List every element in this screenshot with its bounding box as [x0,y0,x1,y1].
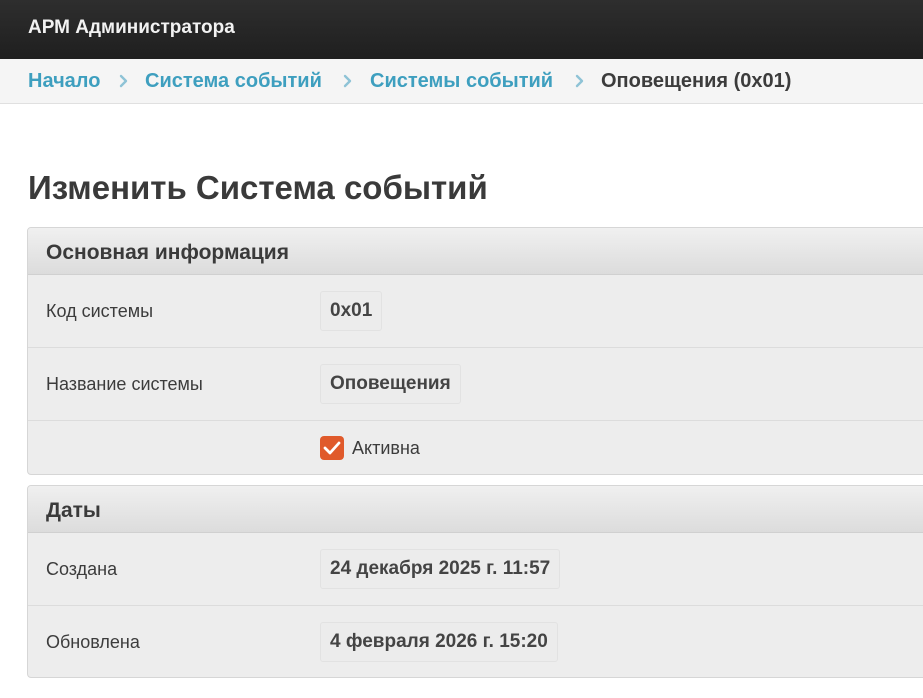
system-code-value: 0x01 [320,291,383,331]
form-row-system-code: Код системы 0x01 [28,275,923,347]
chevron-right-icon [575,74,584,88]
form-row-updated: Обновлена 4 февраля 2026 г. 15:20 [28,605,923,677]
dates-fieldset: Даты Создана 24 декабря 2025 г. 11:57 Об… [27,485,923,678]
app-title[interactable]: АРМ Администратора [28,17,235,39]
main-info-heading-text: Основная информация [46,241,289,264]
created-value: 24 декабря 2025 г. 11:57 [320,549,561,589]
system-name-value: Оповещения [320,364,461,404]
dates-heading: Даты [28,486,923,533]
breadcrumb: Начало Система событий Системы событий О… [0,59,923,104]
breadcrumb-event-system-link[interactable]: Система событий [145,70,322,93]
main-info-heading: Основная информация [28,228,923,275]
active-checkbox[interactable] [320,436,344,460]
system-code-label: Код системы [46,301,154,321]
breadcrumb-home-link[interactable]: Начало [28,70,100,93]
top-navbar: АРМ Администратора [0,0,923,59]
breadcrumb-current: Оповещения (0x01) [601,70,792,92]
breadcrumb-event-systems-link[interactable]: Системы событий [370,70,553,93]
chevron-right-icon [343,74,352,88]
chevron-right-icon [119,74,128,88]
dates-heading-text: Даты [46,499,101,522]
created-label: Создана [46,559,118,579]
checkmark-icon [323,441,341,455]
page-title: Изменить Система событий [28,169,488,206]
form-row-active: Активна [28,420,923,474]
active-checkbox-label[interactable]: Активна [352,438,420,459]
system-name-label: Название системы [46,374,203,394]
form-row-system-name: Название системы Оповещения [28,347,923,420]
updated-value: 4 февраля 2026 г. 15:20 [320,622,558,662]
main-info-fieldset: Основная информация Код системы 0x01 Наз… [27,227,923,475]
updated-label: Обновлена [46,632,140,652]
form-row-created: Создана 24 декабря 2025 г. 11:57 [28,533,923,605]
